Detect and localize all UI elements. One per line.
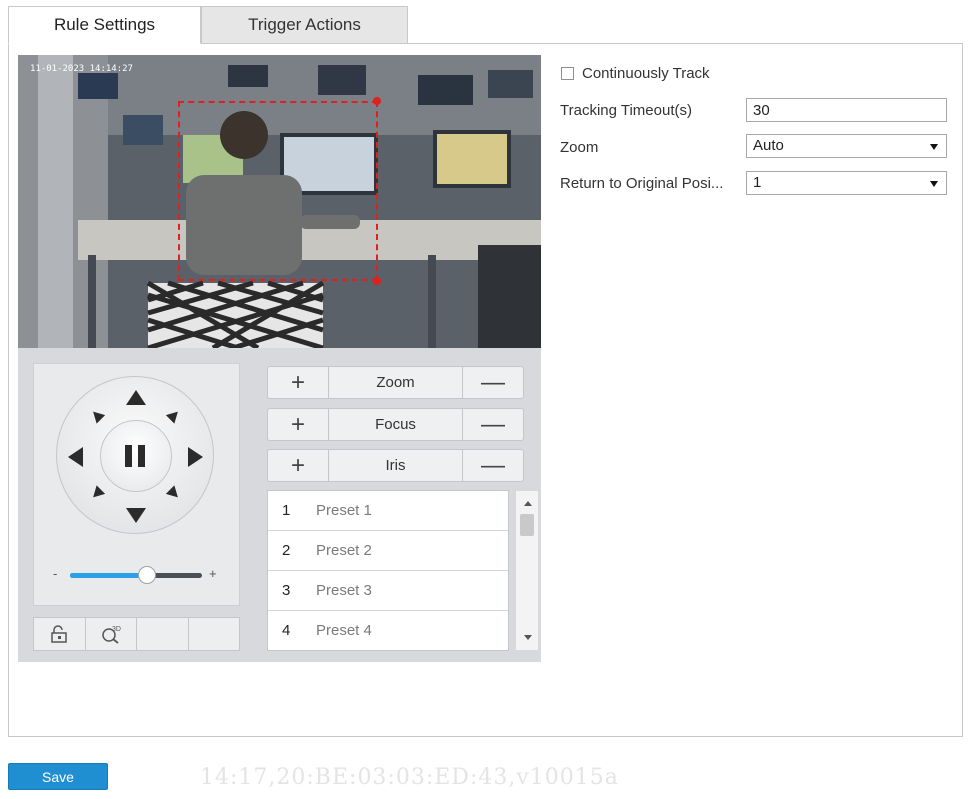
focus-minus-button[interactable]: — [463,409,523,440]
preset-number: 2 [282,542,291,559]
iris-minus-button[interactable]: — [463,450,523,481]
preset-name: Preset 1 [316,502,372,519]
scroll-thumb[interactable] [520,514,534,536]
preset-number: 3 [282,582,291,599]
dropdown-caret-icon [930,181,938,187]
continuously-track-label: Continuously Track [582,65,710,82]
iris-plus-button[interactable]: + [268,450,328,481]
tracking-timeout-label: Tracking Timeout(s) [560,102,692,119]
preset-name: Preset 4 [316,622,372,639]
svg-text:3D: 3D [112,626,121,633]
preset-number: 4 [282,622,291,639]
arrow-up-icon[interactable] [126,390,146,405]
empty-tool-slot[interactable] [189,618,240,650]
live-video-preview[interactable]: 11-01-2023 14:14:27 [18,55,541,348]
focus-label: Focus [328,409,463,440]
tracking-marker-top [373,97,381,105]
speed-slider-handle[interactable] [138,566,156,584]
return-original-select[interactable]: 1 [746,171,947,195]
scroll-up-icon[interactable] [524,501,532,506]
empty-tool-slot[interactable] [137,618,189,650]
preset-row[interactable]: 1 Preset 1 [268,491,508,531]
zoom-select-value: Auto [753,137,784,154]
preset-list: 1 Preset 1 2 Preset 2 3 Preset 3 4 Prese… [267,490,509,651]
iris-control: + Iris — [267,449,524,482]
zoom-in-button[interactable]: + [268,367,328,398]
3d-zoom-icon[interactable]: 3D [86,618,137,650]
return-original-label: Return to Original Posi... [560,175,724,192]
continuously-track-checkbox[interactable] [561,67,574,80]
preset-name: Preset 3 [316,582,372,599]
ptz-tool-bar: 3D [33,617,240,651]
tracking-box [178,101,378,281]
zoom-control: + Zoom — [267,366,524,399]
tracking-marker-bottom [373,277,381,285]
arrow-left-icon[interactable] [68,447,83,467]
lock-icon[interactable] [34,618,86,650]
zoom-label: Zoom [328,367,463,398]
arrow-right-icon[interactable] [188,447,203,467]
speed-minus-label: - [53,566,58,581]
pause-icon[interactable] [124,445,146,467]
tracking-timeout-input[interactable] [746,98,947,122]
scroll-down-icon[interactable] [524,635,532,640]
tab-bar: Rule Settings Trigger Actions [8,6,963,44]
tab-rule-settings[interactable]: Rule Settings [8,6,201,44]
zoom-out-button[interactable]: — [463,367,523,398]
zoom-select[interactable]: Auto [746,134,947,158]
dropdown-caret-icon [930,144,938,150]
speed-slider-fill [70,573,147,578]
preset-number: 1 [282,502,291,519]
save-button[interactable]: Save [8,763,108,790]
iris-label: Iris [328,450,463,481]
tab-trigger-actions[interactable]: Trigger Actions [201,6,408,44]
preset-row[interactable]: 2 Preset 2 [268,531,508,571]
zoom-setting-label: Zoom [560,139,599,156]
focus-control: + Focus — [267,408,524,441]
preset-scrollbar[interactable] [515,490,539,651]
speed-plus-label: + [209,566,217,581]
arrow-down-icon[interactable] [126,508,146,523]
preset-row[interactable]: 4 Preset 4 [268,611,508,650]
faded-device-info: 14:17,20:BE:03:03:ED:43,v10015a [200,765,619,790]
focus-plus-button[interactable]: + [268,409,328,440]
preset-name: Preset 2 [316,542,372,559]
return-original-select-value: 1 [753,174,762,191]
preset-row[interactable]: 3 Preset 3 [268,571,508,611]
video-osd-timestamp: 11-01-2023 14:14:27 [30,64,133,74]
